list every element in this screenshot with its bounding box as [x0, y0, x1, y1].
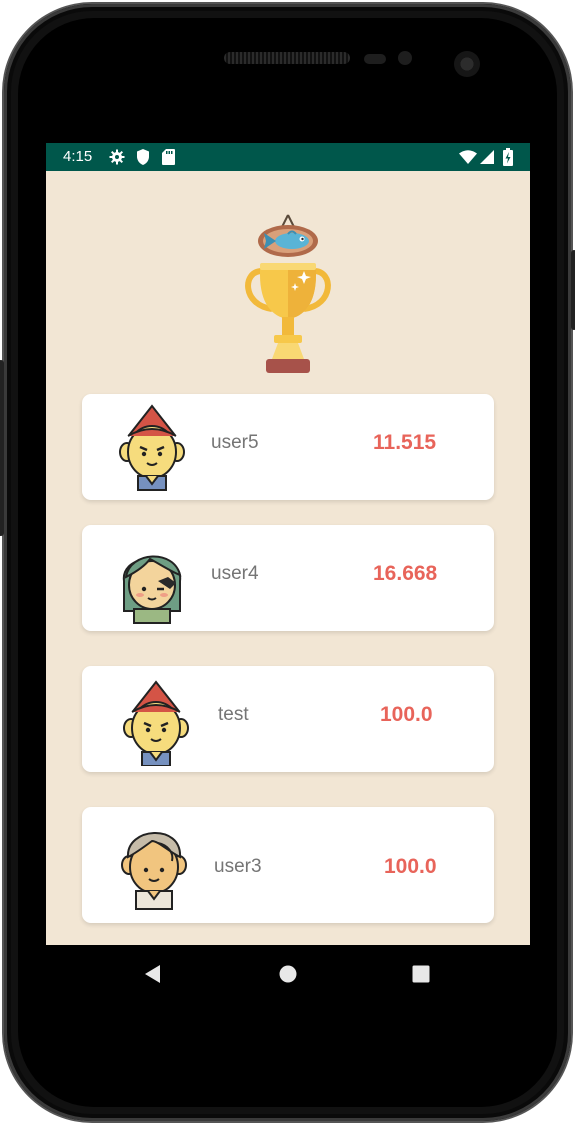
- sd-card-icon: [162, 149, 175, 165]
- trophy-icon: [245, 214, 331, 373]
- leaderboard-card[interactable]: user4 16.668: [82, 525, 494, 631]
- player-score: 100.0: [380, 703, 433, 726]
- leaderboard-card[interactable]: test 100.0: [82, 666, 494, 772]
- wifi-icon: [459, 150, 477, 164]
- grey-hair-avatar: [121, 832, 187, 910]
- shield-icon: [137, 149, 149, 165]
- signal-icon: [480, 150, 494, 164]
- front-camera: [454, 51, 480, 77]
- battery-icon: [503, 148, 513, 166]
- proximity-sensor: [364, 54, 386, 64]
- player-score: 100.0: [384, 855, 437, 878]
- status-bar: 4:15: [46, 143, 530, 171]
- back-icon[interactable]: [140, 961, 166, 987]
- player-score: 11.515: [373, 431, 437, 454]
- leaderboard-content: user5 11.515 user4 16.668 test 100.0 use…: [46, 171, 530, 945]
- leaderboard-card[interactable]: user3 100.0: [82, 807, 494, 923]
- red-hood-gnome-avatar: [119, 404, 185, 491]
- light-sensor: [398, 51, 412, 65]
- power-button: [571, 250, 575, 330]
- player-name: test: [218, 704, 249, 725]
- fish-icon: [258, 214, 318, 257]
- red-hood-gnome-avatar: [123, 680, 189, 766]
- player-name: user4: [211, 563, 259, 584]
- navigation-bar: [46, 945, 530, 1003]
- app-screen: 4:15 user5 11.515 user4 16.668 test 100.…: [46, 143, 530, 1003]
- recents-icon[interactable]: [408, 961, 434, 987]
- volume-button: [0, 360, 4, 536]
- home-icon[interactable]: [275, 961, 301, 987]
- player-name: user3: [214, 856, 262, 877]
- gear-icon: [109, 149, 125, 165]
- green-hair-avatar: [122, 555, 182, 624]
- earpiece-speaker: [224, 52, 350, 64]
- leaderboard-card[interactable]: user5 11.515: [82, 394, 494, 500]
- player-name: user5: [211, 432, 259, 453]
- player-score: 16.668: [373, 562, 438, 585]
- status-time: 4:15: [63, 148, 93, 165]
